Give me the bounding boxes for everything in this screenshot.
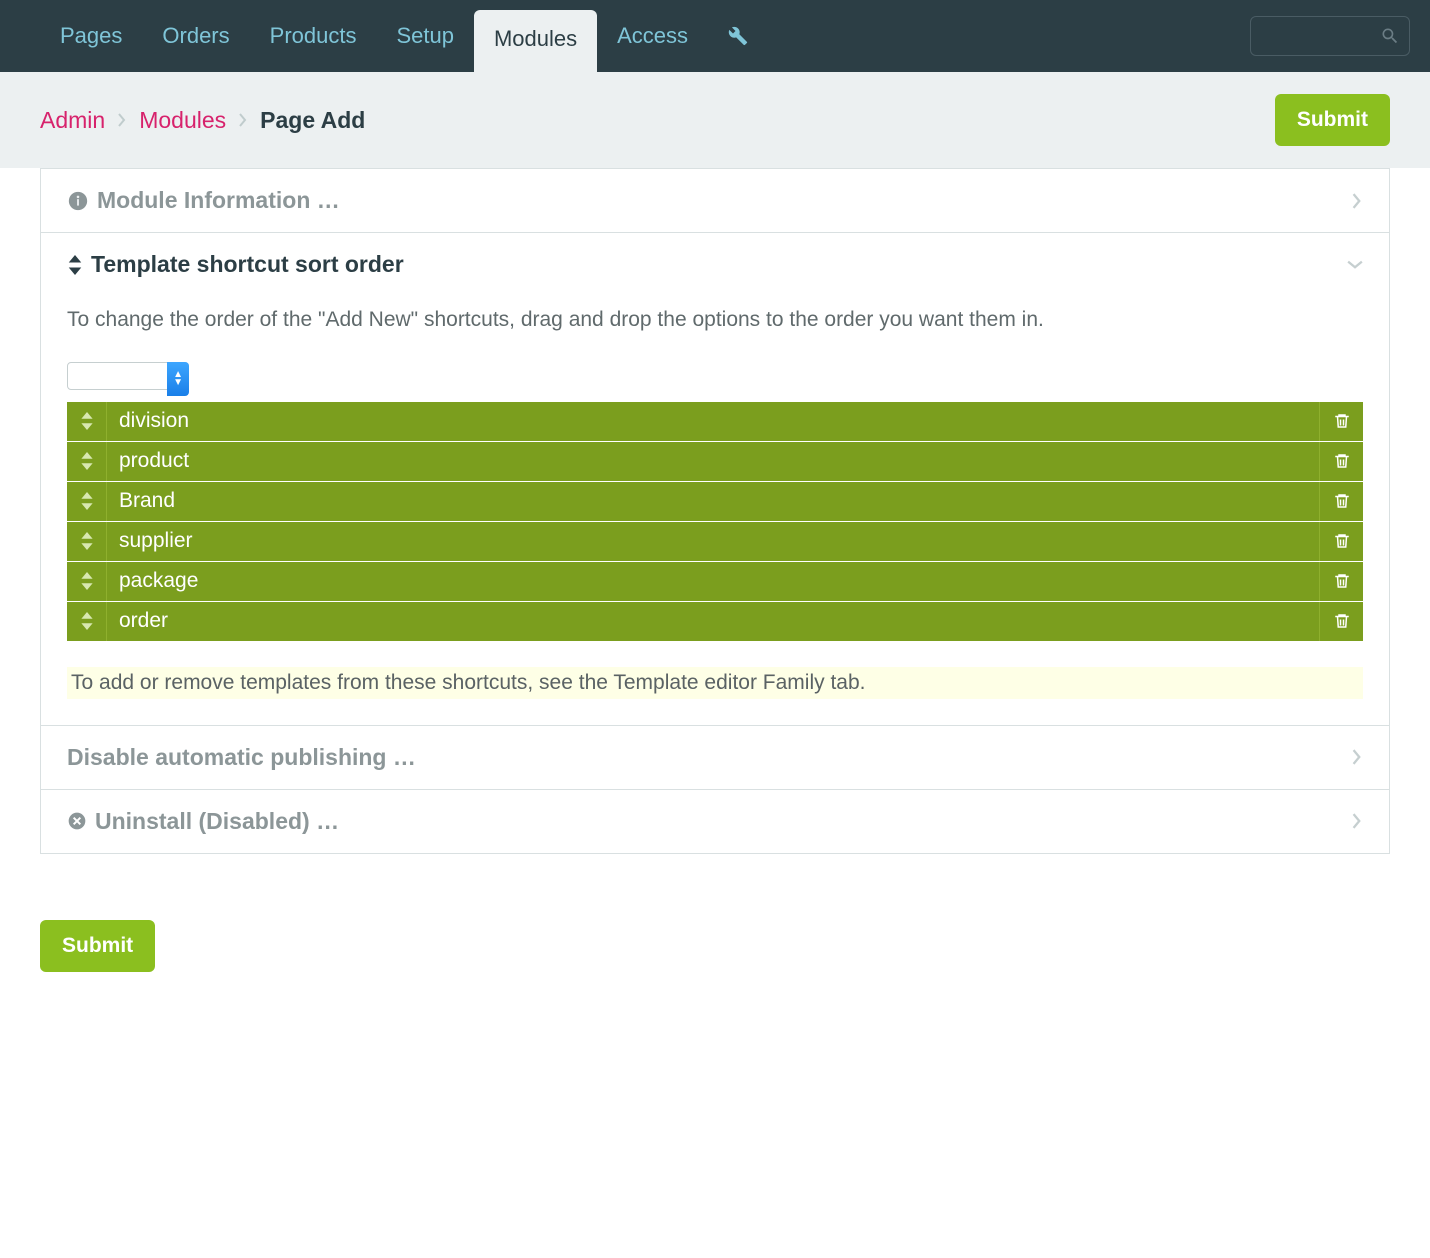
panel-title: Template shortcut sort order <box>91 251 404 278</box>
panel-module-info: Module Information … <box>40 168 1390 233</box>
sort-order-note: To add or remove templates from these sh… <box>67 667 1363 699</box>
panel-head-uninstall[interactable]: Uninstall (Disabled) … <box>41 790 1389 853</box>
chevron-right-icon <box>238 113 248 127</box>
trash-icon[interactable] <box>1319 442 1363 481</box>
chevron-right-icon <box>1351 749 1363 765</box>
panel-sort-order: Template shortcut sort order To change t… <box>40 233 1390 726</box>
wrench-icon[interactable] <box>708 26 768 46</box>
drag-handle-icon[interactable] <box>67 562 107 601</box>
breadcrumb-modules[interactable]: Modules <box>139 107 226 134</box>
panel-uninstall: Uninstall (Disabled) … <box>40 790 1390 854</box>
submit-button[interactable]: Submit <box>1275 94 1390 146</box>
sort-row[interactable]: Brand <box>67 482 1363 521</box>
trash-icon[interactable] <box>1319 402 1363 441</box>
sort-item-label: supplier <box>107 529 1319 553</box>
chevron-down-icon <box>1347 259 1363 271</box>
panel-head-disable-publishing[interactable]: Disable automatic publishing … <box>41 726 1389 789</box>
drag-handle-icon[interactable] <box>67 482 107 521</box>
sort-list: division product Brand sup <box>67 402 1363 641</box>
top-nav: Pages Orders Products Setup Modules Acce… <box>0 0 1430 72</box>
content: Module Information … Template shortcut s… <box>0 168 1430 894</box>
trash-icon[interactable] <box>1319 522 1363 561</box>
breadcrumb-current: Page Add <box>260 107 365 134</box>
sort-item-label: division <box>107 409 1319 433</box>
sort-item-label: order <box>107 609 1319 633</box>
drag-handle-icon[interactable] <box>67 602 107 641</box>
drag-handle-icon[interactable] <box>67 442 107 481</box>
subhead: Admin Modules Page Add Submit <box>0 72 1430 168</box>
sort-row[interactable]: division <box>67 402 1363 441</box>
panel-title: Uninstall (Disabled) … <box>95 808 339 835</box>
sort-item-label: product <box>107 449 1319 473</box>
panel-head-module-info[interactable]: Module Information … <box>41 169 1389 232</box>
search-icon <box>1380 26 1400 46</box>
nav-tabs: Pages Orders Products Setup Modules Acce… <box>40 0 1250 74</box>
nav-tab-access[interactable]: Access <box>597 1 708 71</box>
nav-tab-setup[interactable]: Setup <box>376 1 474 71</box>
drag-handle-icon[interactable] <box>67 522 107 561</box>
remove-circle-icon <box>67 811 87 831</box>
panel-title: Disable automatic publishing … <box>67 744 416 771</box>
search-wrap <box>1250 16 1410 56</box>
panel-head-sort-order[interactable]: Template shortcut sort order <box>41 233 1389 296</box>
chevron-right-icon <box>1351 193 1363 209</box>
panel-body-sort-order: To change the order of the "Add New" sho… <box>41 296 1389 725</box>
chevron-right-icon <box>117 113 127 127</box>
sort-item-label: package <box>107 569 1319 593</box>
nav-tab-orders[interactable]: Orders <box>142 1 249 71</box>
template-select[interactable] <box>67 362 189 390</box>
sort-row[interactable]: product <box>67 442 1363 481</box>
sort-row[interactable]: order <box>67 602 1363 641</box>
sort-row[interactable]: supplier <box>67 522 1363 561</box>
panel-title: Module Information … <box>97 187 340 214</box>
submit-button-bottom[interactable]: Submit <box>40 920 155 972</box>
chevron-right-icon <box>1351 813 1363 829</box>
trash-icon[interactable] <box>1319 482 1363 521</box>
nav-tab-pages[interactable]: Pages <box>40 1 142 71</box>
bottom-area: Submit <box>0 894 1430 1012</box>
breadcrumb: Admin Modules Page Add <box>40 107 365 134</box>
nav-tab-modules[interactable]: Modules <box>474 10 597 74</box>
breadcrumb-admin[interactable]: Admin <box>40 107 105 134</box>
panel-disable-publishing: Disable automatic publishing … <box>40 726 1390 790</box>
trash-icon[interactable] <box>1319 602 1363 641</box>
trash-icon[interactable] <box>1319 562 1363 601</box>
info-icon <box>67 190 89 212</box>
nav-tab-products[interactable]: Products <box>250 1 377 71</box>
template-select-wrap: ▲▼ <box>67 362 189 396</box>
sort-icon <box>67 255 83 275</box>
sort-order-description: To change the order of the "Add New" sho… <box>67 302 1363 338</box>
sort-row[interactable]: package <box>67 562 1363 601</box>
sort-item-label: Brand <box>107 489 1319 513</box>
drag-handle-icon[interactable] <box>67 402 107 441</box>
